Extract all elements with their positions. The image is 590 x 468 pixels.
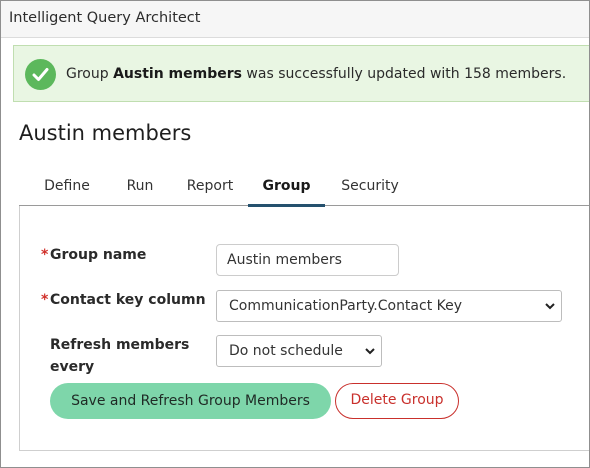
alert-group-name: Austin members: [113, 66, 242, 82]
tab-security[interactable]: Security: [333, 173, 407, 205]
refresh-schedule-value: Do not schedule: [229, 343, 343, 359]
refresh-label-line2: every: [50, 359, 95, 375]
save-and-refresh-button[interactable]: Save and Refresh Group Members: [50, 383, 331, 419]
tab-report[interactable]: Report: [177, 173, 243, 205]
required-marker: *: [41, 292, 49, 308]
refresh-schedule-select[interactable]: Do not schedule: [216, 335, 382, 367]
chevron-down-icon: [545, 303, 555, 310]
contact-key-label: Contact key column: [50, 292, 206, 308]
refresh-label-line1: Refresh members: [50, 337, 190, 353]
tab-run[interactable]: Run: [115, 173, 165, 205]
app-title: Intelligent Query Architect: [9, 10, 201, 26]
tab-define[interactable]: Define: [34, 173, 100, 205]
chevron-down-icon: [365, 348, 375, 355]
group-name-input[interactable]: Austin members: [216, 244, 399, 276]
title-bar: Intelligent Query Architect: [1, 1, 589, 38]
page-title: Austin members: [19, 121, 192, 145]
delete-group-button[interactable]: Delete Group: [335, 383, 459, 419]
group-name-label: Group name: [50, 247, 147, 263]
contact-key-value: CommunicationParty.Contact Key: [229, 298, 463, 314]
app-window: Intelligent Query Architect Group Austin…: [0, 0, 590, 468]
contact-key-select[interactable]: CommunicationParty.Contact Key: [216, 290, 562, 322]
checkmark-circle-icon: [25, 59, 56, 90]
success-alert: Group Austin members was successfully up…: [13, 45, 589, 102]
tab-bar: Define Run Report Group Security: [19, 173, 589, 207]
required-marker: *: [41, 247, 49, 263]
alert-message: Group Austin members was successfully up…: [66, 66, 567, 82]
tab-group[interactable]: Group: [248, 173, 325, 207]
